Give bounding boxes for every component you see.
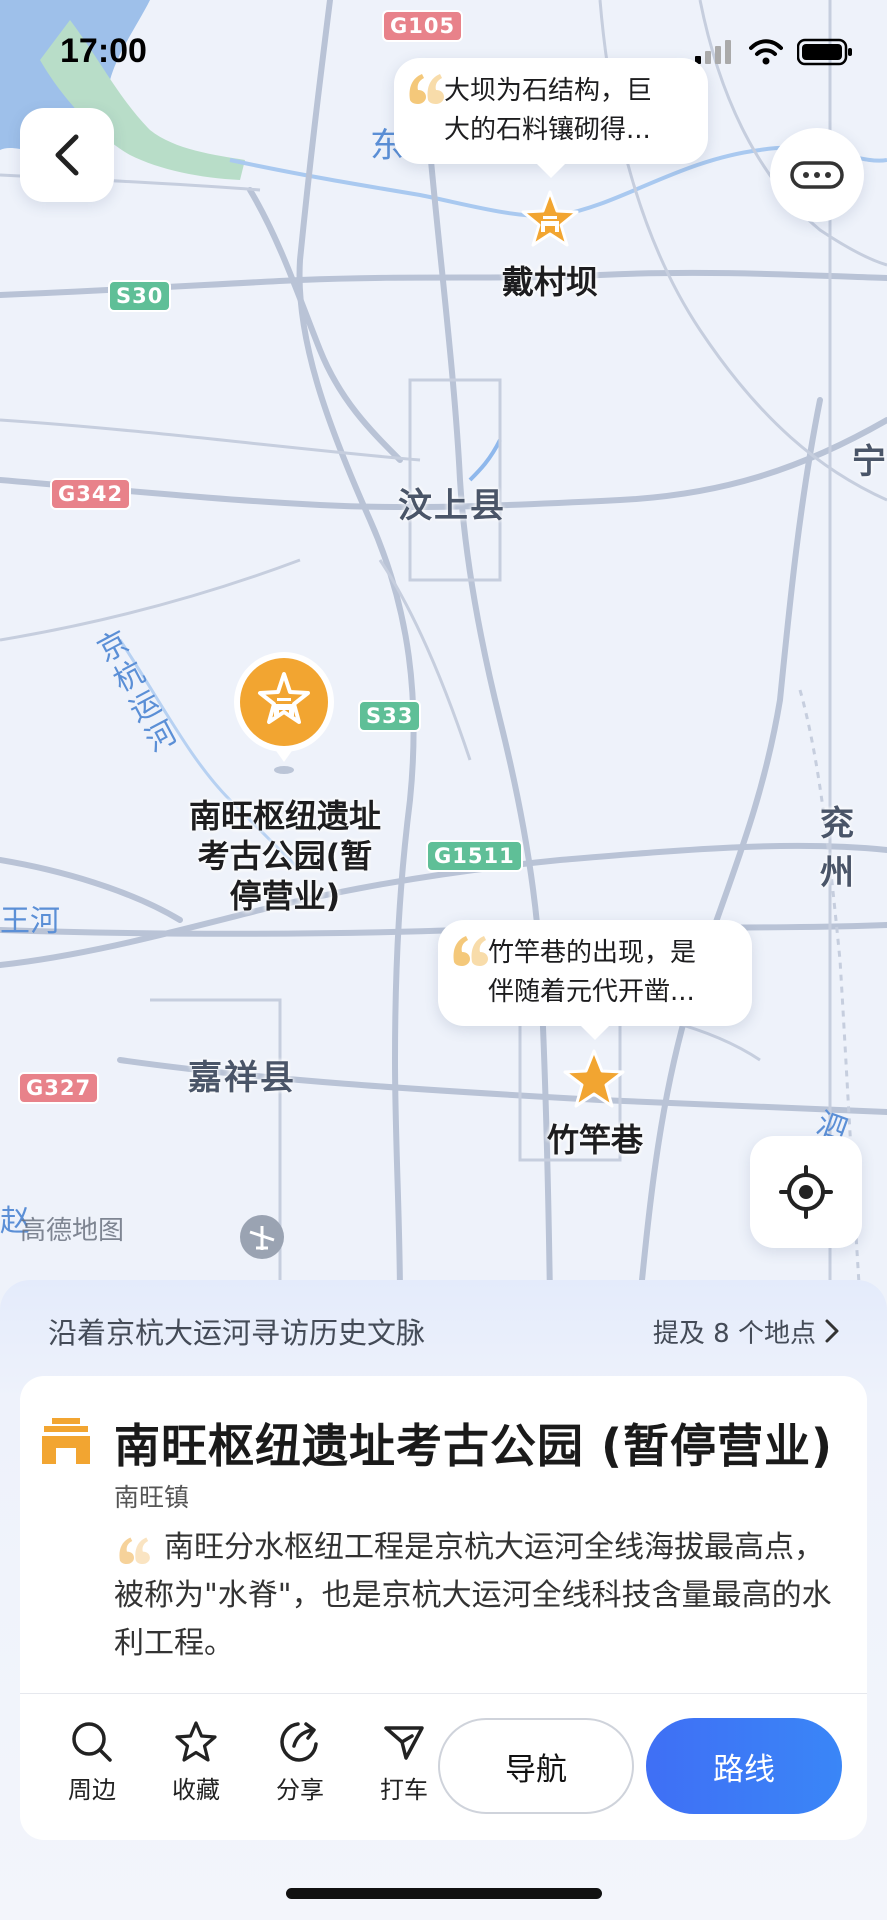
city-label-jiaxiang[interactable]: 嘉祥县 xyxy=(188,1050,296,1099)
road-shield-g105: G105 xyxy=(382,10,464,42)
airport-icon xyxy=(240,1215,284,1259)
bottom-sheet[interactable]: 沿着京杭大运河寻访历史文脉 提及 8 个地点 南旺枢纽遗址考古公园 (暂停营业)… xyxy=(0,1280,887,1920)
gate-icon xyxy=(42,1418,90,1464)
back-arrow-icon xyxy=(55,134,79,176)
poi-snippet-line: 伴随着元代开凿... xyxy=(488,977,695,1007)
more-icon xyxy=(790,161,844,189)
place-description-wrap: 南旺分水枢纽工程是京杭大运河全线海拔最高点，被称为"水脊"，也是京杭大运河全线科… xyxy=(114,1524,834,1668)
road-shield-g327: G327 xyxy=(18,1072,100,1104)
poi-name-line: 停营业) xyxy=(229,877,341,915)
quote-icon xyxy=(453,936,488,966)
navigate-button[interactable]: 导航 xyxy=(438,1718,634,1814)
road-shield-g342: G342 xyxy=(50,478,132,510)
nearby-label: 周边 xyxy=(68,1776,116,1804)
place-card[interactable]: 南旺枢纽遗址考古公园 (暂停营业) 南旺镇 南旺分水枢纽工程是京杭大运河全线海拔… xyxy=(20,1376,867,1840)
map-watermark: 高德地图 xyxy=(20,1216,125,1246)
road-shield-s30: S30 xyxy=(108,280,172,312)
taxi-label: 打车 xyxy=(380,1776,428,1804)
poi-snippet-line: 大坝为石结构，巨 xyxy=(444,76,653,106)
mentioned-places-label: 提及 8 个地点 xyxy=(652,1318,816,1349)
poi-snippet-line: 竹竿巷的出现，是 xyxy=(488,938,697,968)
taxi-button[interactable]: 打车 xyxy=(368,1720,440,1805)
share-label: 分享 xyxy=(276,1776,324,1804)
action-bar: 周边 收藏 分享 打车 导航 路线 xyxy=(20,1694,867,1840)
chevron-right-icon xyxy=(825,1319,839,1343)
search-icon xyxy=(72,1722,112,1762)
poi-name-zhuganxiang[interactable]: 竹竿巷 xyxy=(520,1120,670,1160)
favorite-label: 收藏 xyxy=(172,1776,220,1804)
poi-name-line: 南旺枢纽遗址 xyxy=(188,797,381,835)
place-title: 南旺枢纽遗址考古公园 (暂停营业) xyxy=(114,1419,834,1473)
share-button[interactable]: 分享 xyxy=(264,1720,336,1805)
city-label-ning[interactable]: 宁 xyxy=(852,434,887,483)
share-icon xyxy=(280,1722,318,1762)
river-label-he: 王河 xyxy=(0,904,60,939)
map-view[interactable]: 17:00 G105 S30 G342 S33 G1511 G327 东 京杭运… xyxy=(0,0,887,1303)
mentioned-places-link[interactable]: 提及 8 个地点 xyxy=(653,1313,840,1350)
signal-icon xyxy=(695,40,731,64)
poi-marker-daicunba[interactable] xyxy=(520,190,580,250)
sheet-title: 沿着京杭大运河寻访历史文脉 xyxy=(48,1316,426,1350)
poi-snippet-bubble[interactable]: 竹竿巷的出现，是 伴随着元代开凿... xyxy=(438,920,752,1040)
city-label-wenshang[interactable]: 汶上县 xyxy=(398,478,506,527)
poi-name-nanwang[interactable]: 南旺枢纽遗址 考古公园(暂 停营业) xyxy=(170,796,400,916)
nearby-button[interactable]: 周边 xyxy=(56,1720,128,1805)
road-shield-s33: S33 xyxy=(358,700,422,732)
quote-icon xyxy=(409,74,444,104)
city-label-yanzhou[interactable]: 兖州 xyxy=(820,796,887,894)
more-button[interactable] xyxy=(770,128,864,222)
poi-marker-zhuganxiang[interactable] xyxy=(562,1048,626,1110)
wifi-icon xyxy=(749,39,783,65)
back-button[interactable] xyxy=(20,108,114,202)
poi-name-line: 考古公园(暂 xyxy=(197,837,373,875)
taxi-icon xyxy=(384,1726,424,1760)
route-button[interactable]: 路线 xyxy=(646,1718,842,1814)
star-icon xyxy=(175,1721,217,1762)
home-indicator[interactable] xyxy=(286,1888,602,1899)
locate-icon xyxy=(779,1165,833,1219)
poi-snippet-bubble[interactable]: 大坝为石结构，巨 大的石料镶砌得... xyxy=(394,58,708,178)
road-shield-g1511: G1511 xyxy=(426,840,523,872)
battery-icon xyxy=(797,38,852,66)
status-icons xyxy=(695,38,853,66)
status-time: 17:00 xyxy=(60,32,147,70)
poi-marker-nanwang-selected[interactable] xyxy=(232,652,336,776)
poi-name-daicunba[interactable]: 戴村坝 xyxy=(470,262,630,302)
place-description: 南旺分水枢纽工程是京杭大运河全线海拔最高点，被称为"水脊"，也是京杭大运河全线科… xyxy=(114,1530,832,1661)
poi-snippet-line: 大的石料镶砌得... xyxy=(444,115,651,145)
sheet-header: 沿着京杭大运河寻访历史文脉 提及 8 个地点 xyxy=(48,1310,840,1352)
favorite-button[interactable]: 收藏 xyxy=(160,1720,232,1805)
place-town: 南旺镇 xyxy=(114,1483,190,1512)
locate-button[interactable] xyxy=(750,1136,862,1248)
quote-icon xyxy=(119,1537,150,1564)
